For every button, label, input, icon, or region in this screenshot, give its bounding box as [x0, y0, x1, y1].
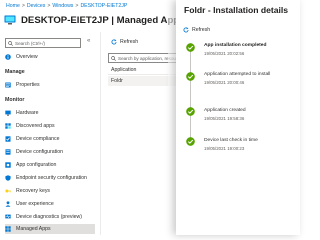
user-experience-icon — [5, 201, 11, 207]
success-check-icon — [186, 43, 195, 52]
managed-apps-icon — [5, 226, 11, 232]
nav-label-endpoint-security: Endpoint security configuration — [16, 175, 87, 181]
nav-label-hardware: Hardware — [16, 110, 39, 116]
installation-details-panel: Foldr - Installation details Refresh App… — [176, 0, 300, 235]
nav-item-recovery-keys[interactable]: Recovery keys — [5, 186, 95, 196]
page-title: DESKTOP-EIET2JP | Managed Apps — [21, 14, 185, 26]
breadcrumb-home[interactable]: Home — [6, 3, 20, 9]
panel-refresh-button[interactable]: Refresh — [183, 27, 210, 33]
nav-item-hardware[interactable]: Hardware — [5, 108, 95, 118]
nav-item-user-experience[interactable]: User experience — [5, 199, 95, 209]
nav-label-device-diagnostics: Device diagnostics (preview) — [16, 214, 83, 220]
nav-label-recovery-keys: Recovery keys — [16, 188, 51, 194]
nav-label-device-configuration: Device configuration — [16, 149, 64, 155]
nav-label-user-experience: User experience — [16, 201, 54, 207]
search-icon — [8, 40, 13, 46]
nav-label-managed-apps: Managed Apps — [16, 226, 51, 232]
section-header-manage: Manage — [5, 69, 25, 75]
breadcrumb-device[interactable]: DESKTOP-EIET2JP — [80, 3, 127, 9]
endpoint-security-icon — [5, 175, 11, 181]
step-title: Application attempted to install — [204, 72, 271, 77]
nav-item-device-compliance[interactable]: Device compliance — [5, 134, 95, 144]
breadcrumb: Home > Devices > Windows > DESKTOP-EIET2JP — [6, 3, 128, 9]
success-check-icon — [186, 137, 195, 146]
nav-search-input[interactable]: Search (Ctrl+/) — [5, 38, 81, 48]
compliance-icon — [5, 136, 11, 142]
section-header-monitor: Monitor — [5, 97, 25, 103]
nav-label-discovered-apps: Discovered apps — [16, 123, 55, 129]
step-title: App installation completed — [204, 43, 267, 48]
nav-item-endpoint-security[interactable]: Endpoint security configuration — [5, 173, 95, 183]
panel-refresh-label: Refresh — [192, 27, 211, 33]
app-configuration-icon — [5, 162, 11, 168]
nav-item-device-configuration[interactable]: Device configuration — [5, 147, 95, 157]
key-icon — [5, 189, 11, 193]
nav-item-properties[interactable]: Properties — [5, 80, 95, 90]
properties-icon — [5, 82, 11, 88]
nav-label-properties: Properties — [16, 82, 40, 88]
timeline-line — [190, 47, 191, 145]
nav-label-overview: Overview — [16, 54, 38, 60]
step-date: 19/05/2021 19:58:36 — [204, 116, 245, 121]
diagnostics-icon — [5, 214, 11, 219]
hardware-icon — [5, 110, 11, 116]
nav-label-app-configuration: App configuration — [16, 162, 57, 168]
refresh-icon — [111, 39, 117, 45]
refresh-label: Refresh — [120, 39, 139, 45]
refresh-icon — [183, 27, 189, 33]
success-check-icon — [186, 107, 195, 116]
search-icon — [111, 55, 116, 61]
title-row: DESKTOP-EIET2JP | Managed Apps — [4, 12, 185, 28]
nav-item-overview[interactable]: Overview — [5, 52, 95, 62]
configuration-icon — [5, 149, 11, 155]
computer-icon — [4, 15, 16, 25]
breadcrumb-devices[interactable]: Devices — [27, 3, 45, 9]
panel-title: Foldr - Installation details — [184, 5, 289, 15]
nav-search-placeholder: Search (Ctrl+/) — [15, 40, 45, 46]
collapse-nav-button[interactable]: « — [87, 38, 90, 44]
discovered-apps-icon — [5, 123, 11, 129]
info-icon — [5, 54, 11, 60]
nav-item-device-diagnostics[interactable]: Device diagnostics (preview) — [5, 212, 95, 222]
success-check-icon — [186, 72, 195, 81]
step-date: 19/05/2021 20:02:56 — [204, 51, 245, 56]
nav-item-app-configuration[interactable]: App configuration — [5, 160, 95, 170]
step-title: Application created — [204, 108, 246, 113]
nav-divider — [100, 32, 101, 235]
step-title: Device last check in time — [204, 138, 258, 143]
nav-item-managed-apps[interactable]: Managed Apps — [5, 224, 95, 234]
breadcrumb-windows[interactable]: Windows — [52, 3, 73, 9]
step-date: 19/05/2021 20:00:46 — [204, 80, 245, 85]
nav-item-discovered-apps[interactable]: Discovered apps — [5, 121, 95, 131]
nav-label-device-compliance: Device compliance — [16, 136, 60, 142]
refresh-button[interactable]: Refresh — [111, 39, 138, 45]
step-date: 19/05/2021 19:00:23 — [204, 146, 245, 151]
